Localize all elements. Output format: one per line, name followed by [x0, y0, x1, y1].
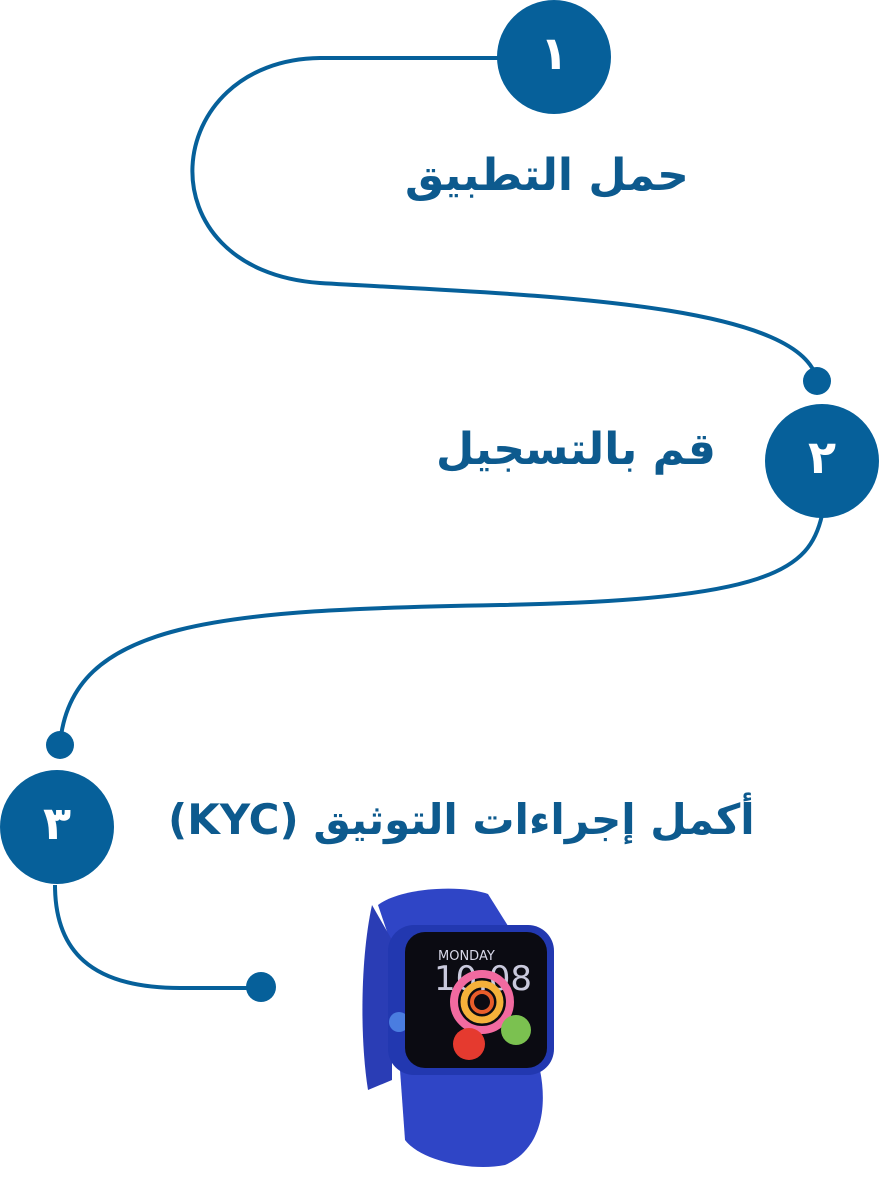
step-1-title: حمل التطبيق [405, 150, 689, 201]
path-dot [46, 731, 74, 759]
smartwatch-image: MONDAY 10:08 [362, 888, 554, 1168]
step-3-number: ٣ [42, 796, 72, 850]
step-3-title: أكمل إجراءات التوثيق (KYC) [168, 795, 755, 844]
progress-path [190, 56, 819, 381]
path-dot [803, 367, 831, 395]
step-2-number: ٢ [807, 430, 837, 484]
step-2-title: قم بالتسجيل [436, 424, 716, 475]
progress-path [58, 514, 824, 746]
step-1-number: ١ [539, 26, 569, 80]
progress-path [53, 884, 260, 990]
path-dot [246, 972, 276, 1002]
